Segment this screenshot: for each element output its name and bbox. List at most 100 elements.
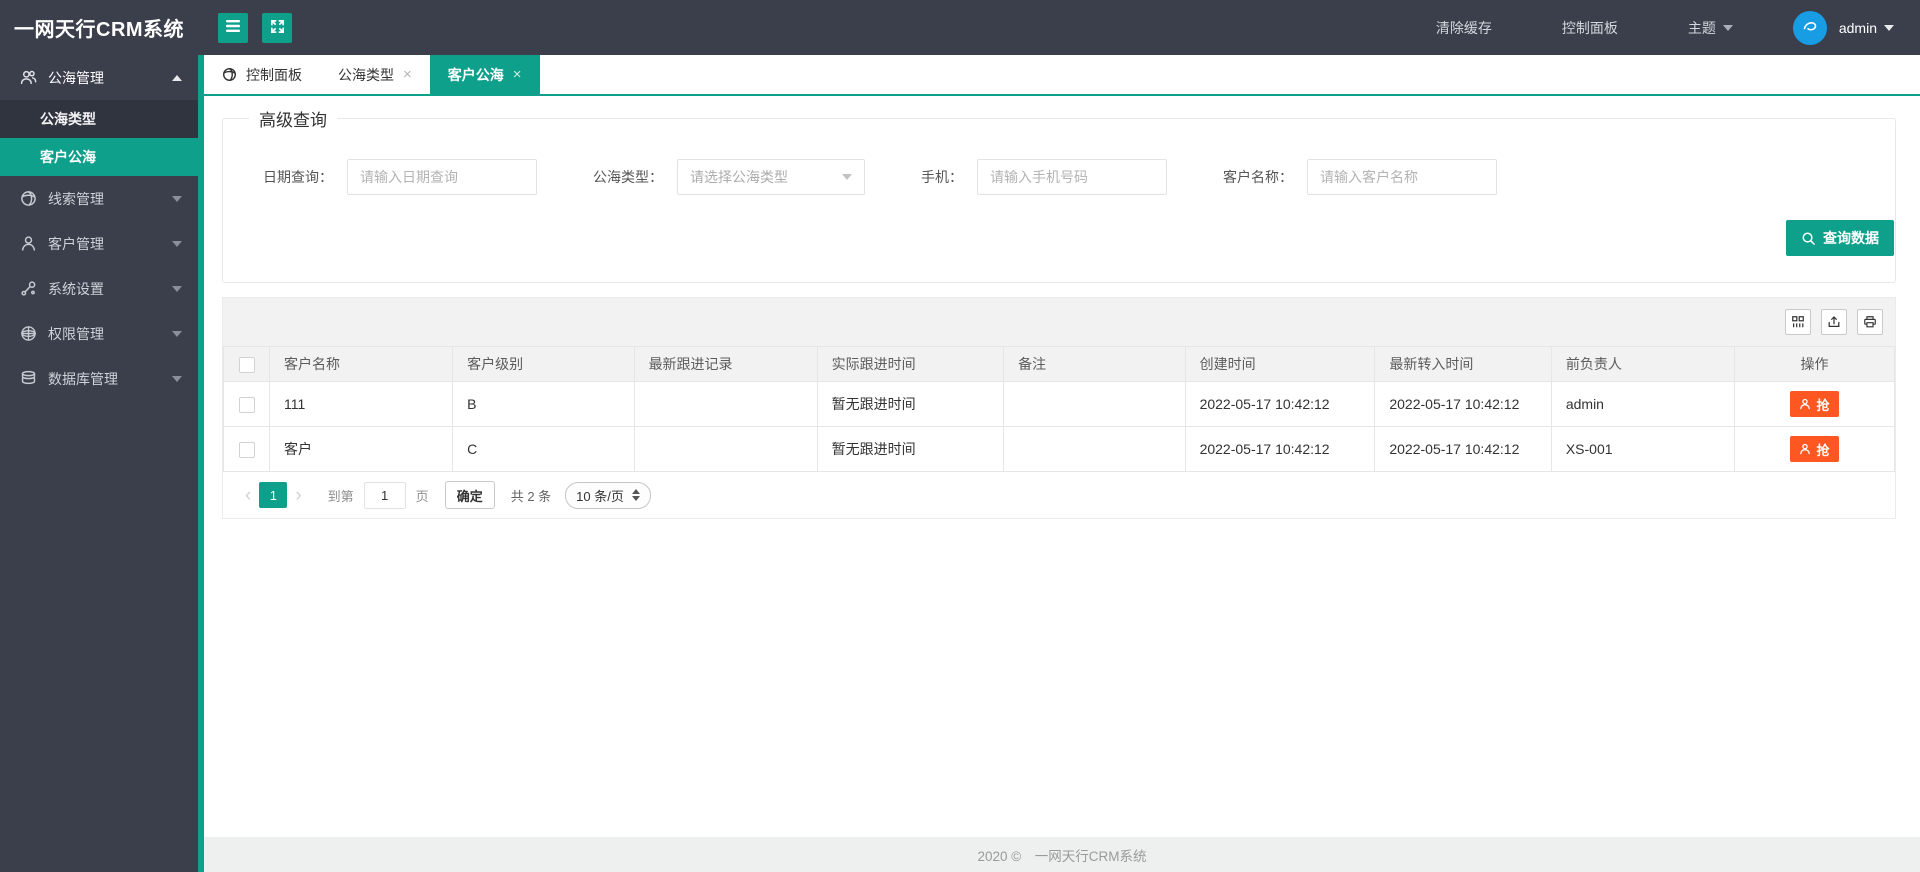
- grab-button[interactable]: 抢: [1790, 436, 1839, 462]
- globe-icon: [222, 67, 237, 82]
- person-icon: [1799, 443, 1811, 455]
- column-header: 客户名称: [268, 346, 454, 382]
- panel-title: 高级查询: [249, 106, 337, 131]
- goto-label: 到第: [327, 488, 354, 504]
- hamburger-icon: [225, 19, 241, 36]
- topbar-right: 清除缓存 控制面板 主题 admin: [1366, 10, 1920, 45]
- grab-button[interactable]: 抢: [1790, 391, 1839, 417]
- avatar[interactable]: [1792, 10, 1827, 45]
- columns-icon: [1791, 315, 1805, 329]
- sidebar-item-label: 权限管理: [48, 325, 104, 342]
- table-row: 客户 C 暂无跟进时间 2022-05-17 10:42:12 2022-05-…: [223, 426, 1895, 472]
- next-page-button[interactable]: ›: [287, 486, 309, 505]
- clear-cache-link[interactable]: 清除缓存: [1436, 18, 1492, 38]
- sidebar-item-label: 客户管理: [48, 235, 104, 252]
- footer-text: 2020 © 一网天行CRM系统: [977, 848, 1147, 864]
- confirm-button[interactable]: 确定: [444, 481, 495, 509]
- sidebar-subitem-label: 公海类型: [40, 111, 96, 127]
- sidebar-item-seas-management[interactable]: 公海管理: [0, 55, 198, 100]
- column-header: 实际跟进时间: [816, 346, 1005, 382]
- person-icon: [1799, 398, 1811, 410]
- export-button[interactable]: [1821, 309, 1847, 335]
- table-header-row: 客户名称 客户级别 最新跟进记录 实际跟进时间 备注 创建时间 最新转入时间 前…: [223, 346, 1895, 382]
- table-toolbar: [223, 298, 1895, 346]
- sidebar-subitem-customer-sea[interactable]: 客户公海: [0, 138, 198, 176]
- settings-icon: [20, 280, 37, 297]
- theme-dropdown[interactable]: 主题: [1688, 18, 1733, 38]
- sidebar-item-permission-management[interactable]: 权限管理: [0, 311, 198, 356]
- control-panel-link[interactable]: 控制面板: [1562, 18, 1618, 38]
- tab-label: 控制面板: [246, 66, 302, 83]
- cell-remark: [1003, 426, 1186, 472]
- users-icon: [20, 69, 37, 86]
- page-size-select[interactable]: 10 条/页: [565, 481, 651, 509]
- updown-icon: [631, 489, 640, 501]
- date-query-input[interactable]: [347, 159, 537, 195]
- fullscreen-icon: [270, 19, 285, 37]
- tab-customer-sea[interactable]: 客户公海 ×: [429, 55, 540, 94]
- field-label: 公海类型：: [593, 169, 663, 185]
- chevron-down-icon: [172, 375, 182, 382]
- cell-actual-followup-time: 暂无跟进时间: [816, 381, 1005, 427]
- fullscreen-button[interactable]: [262, 12, 292, 43]
- field-label: 手机：: [921, 169, 963, 185]
- select-all-checkbox[interactable]: [238, 356, 255, 373]
- column-header: 创建时间: [1184, 346, 1376, 382]
- tab-control-panel[interactable]: 控制面板: [204, 55, 320, 94]
- close-icon[interactable]: ×: [513, 67, 522, 82]
- user-icon: [20, 235, 37, 252]
- query-data-button[interactable]: 查询数据: [1786, 220, 1894, 256]
- sphere-icon: [20, 325, 37, 342]
- button-label: 抢: [1816, 442, 1830, 458]
- sidebar-item-database-management[interactable]: 数据库管理: [0, 356, 198, 401]
- button-label: 抢: [1816, 397, 1830, 413]
- query-fields-row: 日期查询： 公海类型： 请选择公海类型 手机：: [223, 159, 1895, 195]
- table-row: 111 B 暂无跟进时间 2022-05-17 10:42:12 2022-05…: [223, 381, 1895, 427]
- cell-customer-level: C: [452, 426, 635, 472]
- sea-type-select[interactable]: 请选择公海类型: [677, 159, 865, 195]
- column-header: 最新转入时间: [1374, 346, 1552, 382]
- sidebar-item-label: 线索管理: [48, 190, 104, 207]
- sidebar-item-customer-management[interactable]: 客户管理: [0, 221, 198, 266]
- sidebar-item-label: 数据库管理: [48, 370, 118, 387]
- prev-page-button[interactable]: ‹: [237, 486, 259, 505]
- phone-input[interactable]: [977, 159, 1167, 195]
- collapse-menu-button[interactable]: [218, 12, 248, 43]
- chevron-down-icon: [172, 285, 182, 292]
- page-number-button[interactable]: 1: [259, 482, 288, 508]
- goto-page-input[interactable]: [363, 481, 406, 509]
- tab-label: 客户公海: [447, 66, 504, 83]
- main-layout: 公海管理 公海类型 客户公海 线索管理 客户管理 系统设置 权限管理 数据库管理…: [0, 55, 1920, 872]
- theme-label: 主题: [1687, 19, 1716, 36]
- chevron-down-icon: [172, 330, 182, 337]
- cell-actual-followup-time: 暂无跟进时间: [816, 426, 1005, 472]
- close-icon[interactable]: ×: [403, 67, 412, 82]
- field-phone: 手机：: [921, 159, 1167, 195]
- field-label: 客户名称：: [1223, 169, 1293, 185]
- print-button[interactable]: [1857, 309, 1883, 335]
- sidebar-item-leads-management[interactable]: 线索管理: [0, 176, 198, 221]
- sidebar: 公海管理 公海类型 客户公海 线索管理 客户管理 系统设置 权限管理 数据库管理: [0, 55, 198, 872]
- sidebar-item-system-settings[interactable]: 系统设置: [0, 266, 198, 311]
- page-unit-label: 页: [415, 488, 429, 504]
- topbar: 一网天行CRM系统 清除缓存 控制面板 主题 admin: [0, 0, 1920, 55]
- search-icon: [1801, 231, 1816, 246]
- columns-toggle-button[interactable]: [1785, 309, 1811, 335]
- column-header: 备注: [1003, 346, 1186, 382]
- tab-sea-type[interactable]: 公海类型 ×: [320, 55, 430, 94]
- cell-transfer-time: 2022-05-17 10:42:12: [1374, 381, 1552, 427]
- customer-name-input[interactable]: [1307, 159, 1497, 195]
- sidebar-subitem-sea-type[interactable]: 公海类型: [0, 100, 198, 138]
- column-header: 客户级别: [452, 346, 635, 382]
- cell-transfer-time: 2022-05-17 10:42:12: [1374, 426, 1552, 472]
- pagination: ‹ 1 › 到第 页 确定 共 2 条 10 条/页: [223, 472, 1895, 518]
- row-checkbox[interactable]: [238, 396, 255, 413]
- row-checkbox[interactable]: [238, 441, 255, 458]
- cell-created-time: 2022-05-17 10:42:12: [1184, 381, 1376, 427]
- page-body: 高级查询 日期查询： 公海类型： 请选择公海类型 手机：: [204, 96, 1920, 837]
- chevron-up-icon: [172, 74, 182, 81]
- data-table: 客户名称 客户级别 最新跟进记录 实际跟进时间 备注 创建时间 最新转入时间 前…: [223, 346, 1895, 472]
- cell-previous-owner: admin: [1550, 381, 1736, 427]
- field-label: 日期查询：: [263, 169, 333, 185]
- user-menu[interactable]: admin: [1839, 20, 1894, 36]
